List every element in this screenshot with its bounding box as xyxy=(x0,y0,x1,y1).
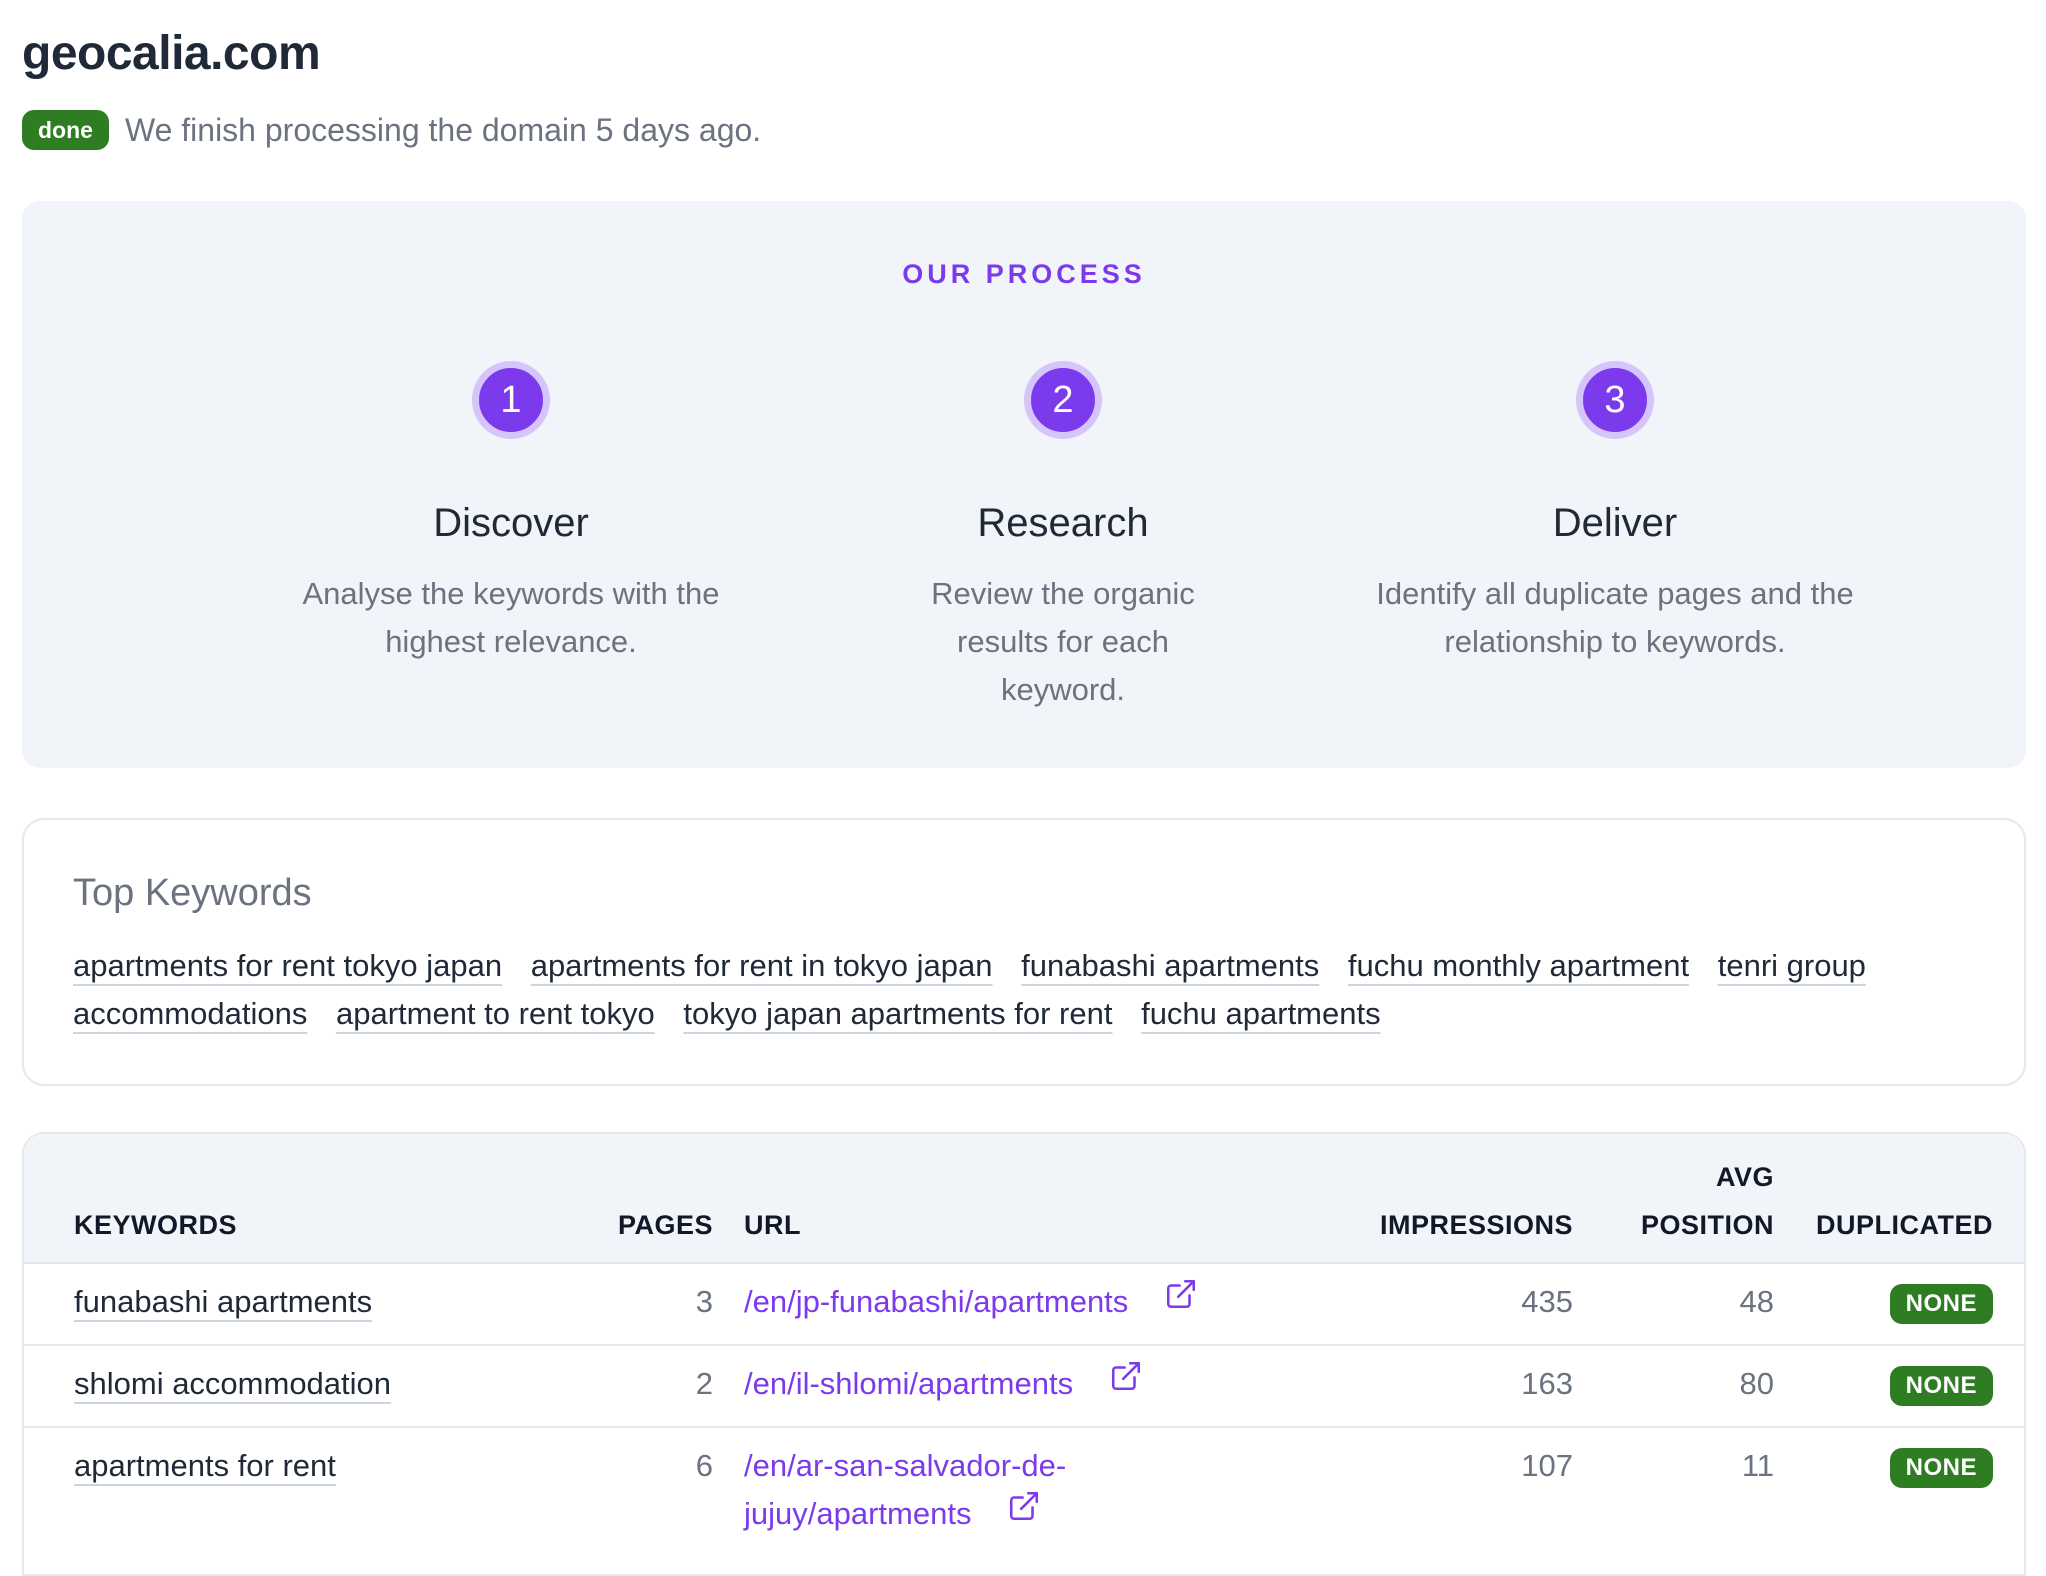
row-url-link[interactable]: /en/il-shlomi/apartments xyxy=(744,1366,1073,1401)
row-avg-position: 11 xyxy=(1741,1448,1774,1483)
row-url-cell: /en/jp-funabashi/apartments xyxy=(744,1278,1264,1328)
keyword-link[interactable]: apartment to rent tokyo xyxy=(336,996,655,1031)
keyword-link[interactable]: fuchu monthly apartment xyxy=(1348,948,1689,983)
step-number-circle: 3 xyxy=(1576,361,1654,439)
column-header-duplicated: DUPLICATED xyxy=(1816,1210,1993,1240)
step-description: Review the organic results for each keyw… xyxy=(931,576,1195,707)
row-pages: 2 xyxy=(695,1366,713,1401)
row-impressions: 435 xyxy=(1521,1284,1573,1319)
keyword-link[interactable]: fuchu apartments xyxy=(1141,996,1381,1031)
table-row: shlomi accommodation 2 /en/il-shlomi/apa… xyxy=(24,1346,2024,1428)
row-keyword-link[interactable]: funabashi apartments xyxy=(74,1278,372,1326)
column-header-url: URL xyxy=(744,1210,801,1240)
keyword-link[interactable]: apartments for rent in tokyo japan xyxy=(531,948,993,983)
status-badge: done xyxy=(22,110,109,150)
row-url-cell: /en/ar-san-salvador-de-jujuy/apartments xyxy=(744,1442,1144,1540)
process-step-research: 2 Research Review the organic results fo… xyxy=(803,361,1323,714)
status-row: done We finish processing the domain 5 d… xyxy=(22,110,761,150)
row-pages: 3 xyxy=(695,1284,713,1319)
top-keywords-card: Top Keywords apartments for rent tokyo j… xyxy=(22,818,2026,1086)
column-header-keywords: KEYWORDS xyxy=(74,1210,238,1240)
page-title: geocalia.com xyxy=(22,27,321,80)
row-keyword-link[interactable]: shlomi accommodation xyxy=(74,1360,391,1408)
top-keywords-list: apartments for rent tokyo japan apartmen… xyxy=(73,942,1973,1038)
step-number-circle: 1 xyxy=(472,361,550,439)
row-avg-position: 48 xyxy=(1739,1284,1774,1319)
step-title: Research xyxy=(977,501,1149,545)
external-link-icon[interactable] xyxy=(1164,1277,1198,1325)
table-row: funabashi apartments 3 /en/jp-funabashi/… xyxy=(24,1264,2024,1346)
page-root: geocalia.com done We finish processing t… xyxy=(0,0,2046,1576)
step-title: Discover xyxy=(433,501,589,545)
column-header-pages: PAGES xyxy=(617,1210,713,1240)
keywords-table: KEYWORDS PAGES URL IMPRESSIONS AVG POSIT… xyxy=(22,1132,2026,1576)
process-panel: OUR PROCESS 1 Discover Analyse the keywo… xyxy=(22,201,2026,768)
duplicated-badge: NONE xyxy=(1889,1366,1993,1406)
duplicated-badge: NONE xyxy=(1889,1448,1993,1488)
process-heading: OUR PROCESS xyxy=(902,259,1146,289)
column-header-avg-position-line1: AVG xyxy=(1715,1162,1774,1192)
row-impressions: 163 xyxy=(1521,1366,1573,1401)
row-url-link[interactable]: /en/jp-funabashi/apartments xyxy=(744,1284,1128,1319)
process-step-deliver: 3 Deliver Identify all duplicate pages a… xyxy=(1355,361,1875,666)
column-header-impressions: IMPRESSIONS xyxy=(1379,1210,1573,1240)
column-header-avg-position-line2: POSITION xyxy=(1640,1210,1774,1240)
external-link-icon[interactable] xyxy=(1007,1489,1041,1537)
top-keywords-title: Top Keywords xyxy=(73,872,312,914)
duplicated-badge: NONE xyxy=(1889,1284,1993,1324)
row-keyword-link[interactable]: apartments for rent xyxy=(74,1442,336,1490)
row-pages: 6 xyxy=(695,1448,713,1483)
row-impressions: 107 xyxy=(1521,1448,1573,1483)
row-avg-position: 80 xyxy=(1739,1366,1774,1401)
table-row: apartments for rent 6 /en/ar-san-salvado… xyxy=(24,1428,2024,1574)
table-header: KEYWORDS PAGES URL IMPRESSIONS AVG POSIT… xyxy=(24,1134,2024,1264)
external-link-icon[interactable] xyxy=(1109,1359,1143,1407)
step-title: Deliver xyxy=(1552,501,1678,545)
step-description: Analyse the keywords with the highest re… xyxy=(302,576,720,659)
row-url-cell: /en/il-shlomi/apartments xyxy=(744,1360,1264,1410)
keyword-link[interactable]: tokyo japan apartments for rent xyxy=(683,996,1112,1031)
step-description: Identify all duplicate pages and the rel… xyxy=(1376,576,1854,659)
keyword-link[interactable]: funabashi apartments xyxy=(1021,948,1319,983)
keyword-link[interactable]: apartments for rent tokyo japan xyxy=(73,948,502,983)
status-text: We finish processing the domain 5 days a… xyxy=(124,111,762,148)
process-step-discover: 1 Discover Analyse the keywords with the… xyxy=(251,361,771,666)
step-number-circle: 2 xyxy=(1024,361,1102,439)
